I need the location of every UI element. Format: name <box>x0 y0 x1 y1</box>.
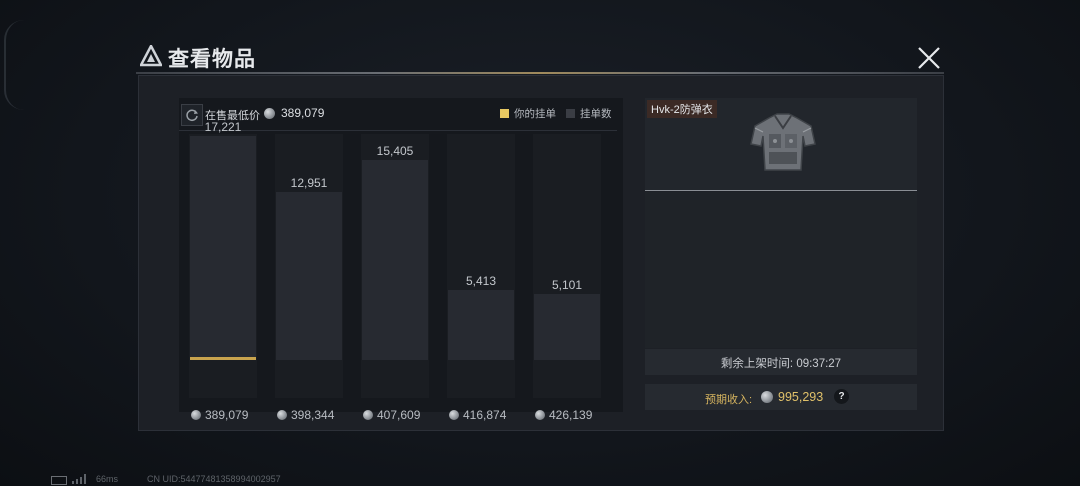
expected-income-label: 预期收入: <box>705 394 753 406</box>
item-divider <box>645 190 917 191</box>
body-armor-icon <box>750 113 816 171</box>
coin-icon <box>535 410 545 420</box>
remaining-time-value: 09:37:27 <box>796 358 842 370</box>
expected-income-value: 995,293 <box>778 390 824 404</box>
bar <box>190 136 256 360</box>
dialog-body: 在售最低价 389,079 你的挂单 挂单数 17,221 389,079 12,9… <box>138 75 944 431</box>
your-listing-marker <box>190 357 256 360</box>
coin-icon <box>449 410 459 420</box>
remaining-time-text: 剩余上架时间: 09:37:27 <box>645 355 917 371</box>
coin-icon <box>191 410 201 420</box>
legend-your-listing: 你的挂单 <box>500 106 556 121</box>
bar-value-label: 5,413 <box>465 274 497 288</box>
price-tick-label: 398,344 <box>277 408 363 422</box>
remaining-time-row: 剩余上架时间: 09:37:27 <box>645 349 917 375</box>
item-preview: Hvk-2防弹衣 <box>645 98 917 190</box>
bar-value-label: 15,405 <box>376 144 414 158</box>
bar <box>534 294 600 360</box>
legend-listing-count-label: 挂单数 <box>580 108 612 120</box>
close-icon[interactable] <box>916 45 942 71</box>
price-tick-text: 407,609 <box>377 408 421 422</box>
bar-value-label: 12,951 <box>290 176 328 190</box>
item-name: Hvk-2防弹衣 <box>647 100 717 118</box>
background-arc <box>4 20 24 110</box>
bar-value-label: 17,221 <box>204 120 242 134</box>
price-tick-text: 416,874 <box>463 408 507 422</box>
price-tick-text: 426,139 <box>549 408 593 422</box>
price-tick-label: 407,609 <box>363 408 449 422</box>
price-tick-label: 416,874 <box>449 408 535 422</box>
legend-listing-count: 挂单数 <box>566 106 612 121</box>
expected-income-row: 预期收入: 995,293 ? <box>645 384 917 410</box>
price-chart-panel: 在售最低价 389,079 你的挂单 挂单数 17,221 389,079 12,9… <box>179 98 623 422</box>
logo-icon <box>140 45 162 67</box>
legend-swatch-count <box>566 109 575 118</box>
legend-your-listing-label: 你的挂单 <box>514 108 556 120</box>
remaining-time-label: 剩余上架时间: <box>720 358 794 370</box>
price-tick-text: 389,079 <box>205 408 249 422</box>
user-uid: CN UID:544774813589940​02957 <box>147 474 281 484</box>
title-divider <box>136 72 944 74</box>
ping-value: 66ms <box>96 474 119 484</box>
legend-swatch-mine <box>500 109 509 118</box>
dialog-title: 查看物品 <box>168 48 256 71</box>
bar-value-label: 5,101 <box>551 278 583 292</box>
lowest-price-value: 389,079 <box>281 106 325 120</box>
bar <box>276 192 342 360</box>
signal-icon <box>72 474 86 484</box>
bar <box>362 160 428 360</box>
item-details-area <box>645 192 917 348</box>
price-tick-text: 398,344 <box>291 408 335 422</box>
coin-icon <box>277 410 287 420</box>
title-bar: 查看物品 <box>136 42 944 72</box>
battery-icon <box>51 476 67 485</box>
coin-icon <box>363 410 373 420</box>
coin-icon <box>264 108 275 119</box>
help-icon[interactable]: ? <box>834 389 849 404</box>
coin-icon <box>761 391 773 403</box>
bar <box>448 290 514 360</box>
price-tick-label: 389,079 <box>191 408 277 422</box>
view-item-dialog: 查看物品 在售最低价 389,079 你的挂单 挂单数 17,221 389,0… <box>136 42 944 432</box>
price-tick-label: 426,139 <box>535 408 621 422</box>
